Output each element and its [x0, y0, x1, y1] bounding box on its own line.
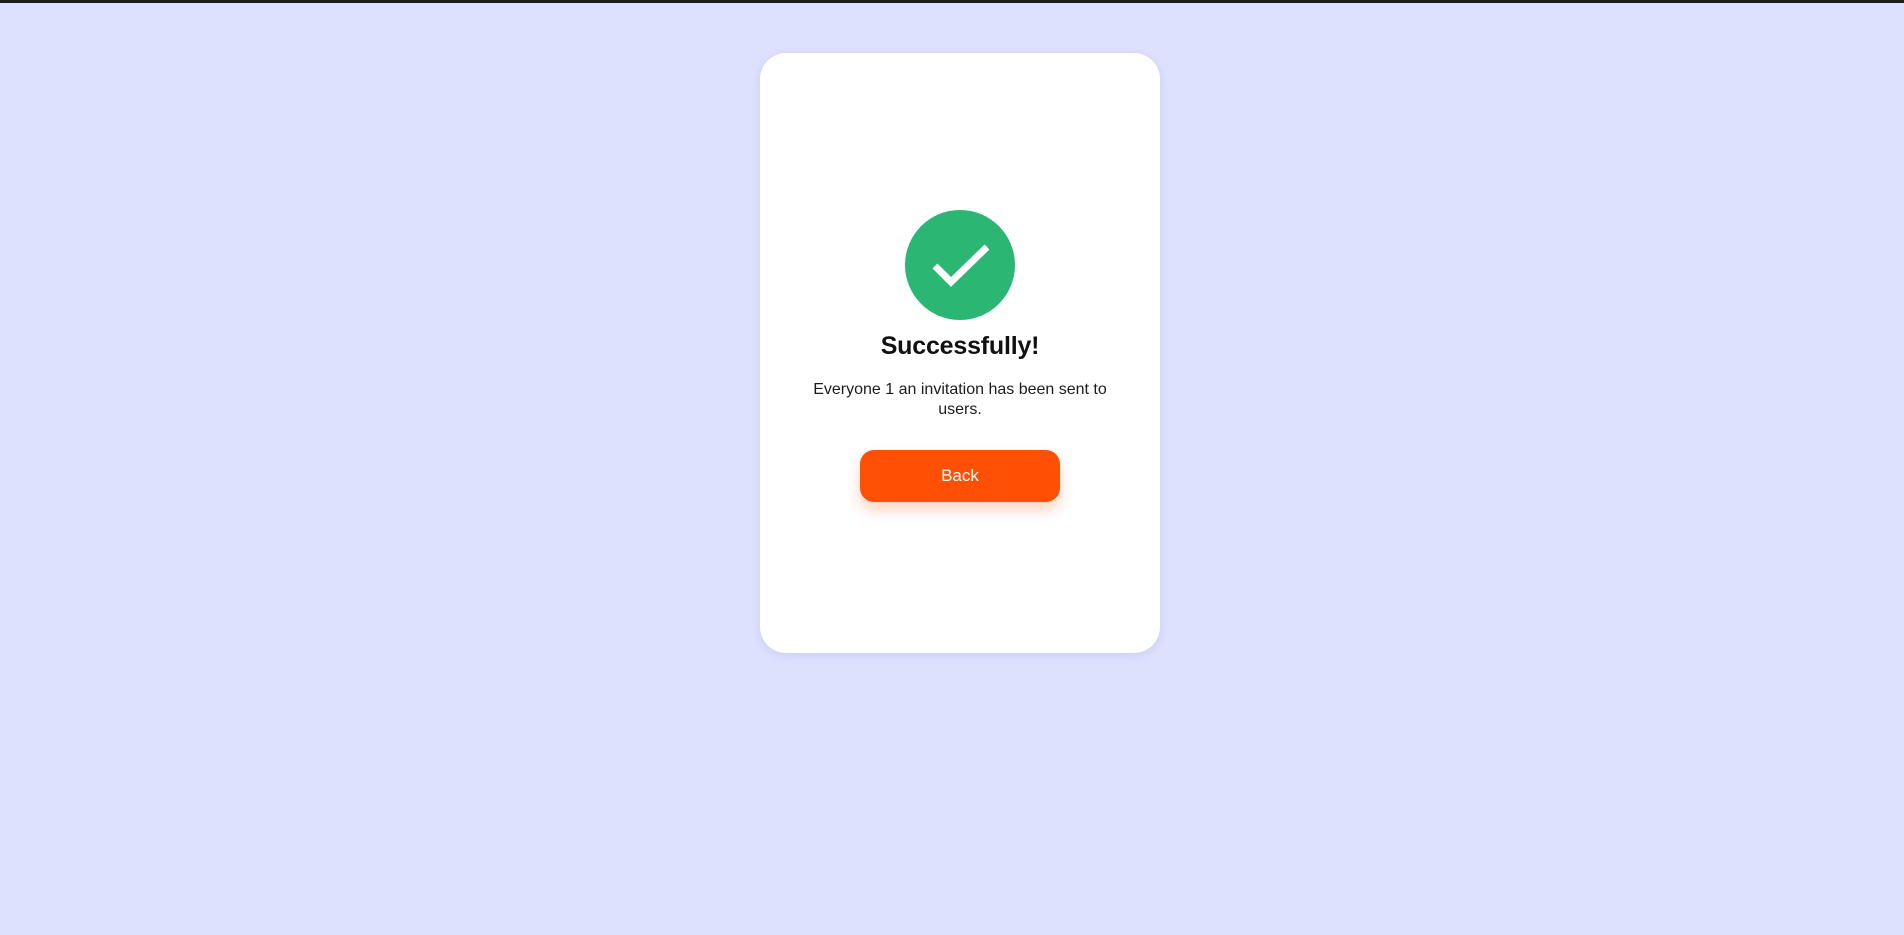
back-button[interactable]: Back	[860, 450, 1060, 502]
dialog-title: Successfully!	[880, 332, 1040, 360]
success-checkmark-icon	[905, 210, 1015, 320]
success-dialog-card: Successfully! Everyone 1 an invitation h…	[760, 53, 1160, 653]
dialog-message: Everyone 1 an invitation has been sent t…	[813, 381, 1107, 418]
window-top-border	[0, 0, 1904, 3]
checkmark-icon	[932, 244, 990, 287]
